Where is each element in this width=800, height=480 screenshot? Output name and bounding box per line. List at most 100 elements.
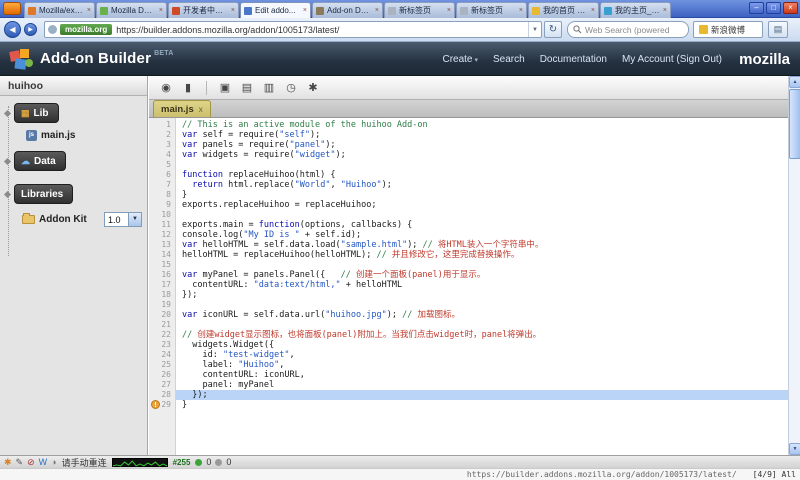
scroll-up-arrow[interactable]: ▲ [789,76,800,88]
code-line[interactable]: 23 widgets.Widget({ [149,340,788,350]
code-line[interactable]: 18}); [149,290,788,300]
browser-tab[interactable]: 我的首页 新...× [528,2,599,18]
settings-gear-icon[interactable]: ✱ [304,79,322,97]
tab-close-icon[interactable]: × [87,7,91,14]
code-line[interactable]: 2var self = require("self"); [149,130,788,140]
header-nav-documentation[interactable]: Documentation [540,54,607,65]
code-line[interactable]: 3var panels = require("panel"); [149,140,788,150]
mozilla-logo[interactable]: mozilla [739,51,790,68]
tab-favicon [172,7,180,15]
tab-close-icon[interactable]: × [591,7,595,14]
code-line[interactable]: 28 }); [149,390,788,400]
tab-close-icon[interactable]: x [199,105,203,114]
code-line[interactable]: 11exports.main = function(options, callb… [149,220,788,230]
reload-button[interactable]: ↻ [544,21,562,38]
code-line[interactable]: 4var widgets = require("widget"); [149,150,788,160]
weibo-search-button[interactable]: 新浪微博 [693,21,763,38]
scroll-down-arrow[interactable]: ▼ [789,443,800,455]
browser-tab[interactable]: 新标签页× [384,2,455,18]
project-name: huihoo [0,76,147,96]
code-line[interactable]: 24 id: "test-widget", [149,350,788,360]
preview-eye-icon[interactable]: ◉ [157,79,175,97]
tab-close-icon[interactable]: × [519,7,523,14]
line-text: id: "test-widget", [182,350,295,360]
tab-close-icon[interactable]: × [375,7,379,14]
browser-tab[interactable]: 新标签页× [456,2,527,18]
code-line[interactable]: 16var myPanel = panels.Panel({ // 创建一个面板… [149,270,788,280]
code-line[interactable]: 14helloHTML = replaceHuihoo(helloHTML); … [149,250,788,260]
minimize-button[interactable]: – [749,2,764,14]
scrollbar-thumb[interactable] [789,89,800,159]
code-line[interactable]: 8} [149,190,788,200]
history-clock-icon[interactable]: ◷ [282,79,300,97]
tab-close-icon[interactable]: × [231,7,235,14]
browser-tab[interactable]: Add-on Devel...× [312,2,383,18]
browser-tab[interactable]: Edit addo...× [240,2,311,18]
addon-kit-version-select[interactable]: 1.0 ▼ [104,212,142,227]
sidebar-item-data[interactable]: ☁ Data [14,151,66,171]
line-text: function replaceHuihoo(html) { [182,170,336,180]
code-line[interactable]: 13var helloHTML = self.data.load("sample… [149,240,788,250]
sidebar-item-libraries[interactable]: Libraries [14,184,73,204]
code-line[interactable]: 21 [149,320,788,330]
code-line[interactable]: 19 [149,300,788,310]
save-icon[interactable]: ▣ [216,79,234,97]
proxy-status-text: 请手动重连 [62,456,107,469]
editor-tab-mainjs[interactable]: main.js x [153,100,211,117]
code-line[interactable]: 6function replaceHuihoo(html) { [149,170,788,180]
addon-star-icon[interactable]: ✱ [4,457,12,468]
tab-close-icon[interactable]: × [159,7,163,14]
code-line[interactable]: 10 [149,210,788,220]
code-line[interactable]: 27 panel: myPanel [149,380,788,390]
url-dropdown-icon[interactable]: ▼ [528,22,541,37]
url-bar[interactable]: mozilla.org https://builder.addons.mozil… [44,21,542,38]
firefox-menu-button[interactable] [3,2,21,15]
vertical-scrollbar[interactable]: ▲ ▼ [788,76,800,455]
code-line[interactable]: 9exports.replaceHuihoo = replaceHuihoo; [149,200,788,210]
code-line[interactable]: 22// 创建widget显示图标，也将面板(panel)附加上。当我们点击wi… [149,330,788,340]
tab-close-icon[interactable]: × [447,7,451,14]
header-nav-search[interactable]: Search [493,54,525,65]
close-button[interactable]: × [783,2,798,14]
code-line[interactable]: 15 [149,260,788,270]
line-number: 26 [149,370,171,380]
addon-block-icon[interactable]: ⊘ [27,457,35,468]
status-bar: ✱✎⊘W◑ 请手动重连 #255 00 [0,455,800,468]
forward-button[interactable]: ▶ [24,23,37,36]
addon-w-icon[interactable]: W [39,457,48,468]
code-line[interactable]: 5 [149,160,788,170]
copy-icon[interactable]: ▤ [238,79,256,97]
code-line[interactable]: 25 label: "Huihoo", [149,360,788,370]
code-editor[interactable]: 1// This is an active module of the huih… [149,118,788,455]
web-search-input[interactable]: Web Search (powered [567,21,689,38]
tab-close-icon[interactable]: × [303,7,307,14]
code-line[interactable]: 29!} [149,400,788,410]
code-line[interactable]: 17 contentURL: "data:text/html," + hello… [149,280,788,290]
tab-close-icon[interactable]: × [663,7,667,14]
code-line[interactable]: 20var iconURL = self.data.url("huihoo.jp… [149,310,788,320]
mobile-test-icon[interactable]: ▮ [179,79,197,97]
chevron-down-icon[interactable]: ▼ [128,213,141,226]
bookmarks-list-button[interactable]: ▤ [768,21,788,38]
sidebar-file-mainjs[interactable]: js main.js [26,130,75,141]
addon-pencil-icon[interactable]: ✎ [16,457,24,468]
code-line[interactable]: 12console.log("My ID is " + self.id); [149,230,788,240]
browser-tab[interactable]: Mozilla Deli...× [96,2,167,18]
code-line[interactable]: 7 return html.replace("World", "Huihoo")… [149,180,788,190]
maximize-button[interactable]: □ [766,2,781,14]
back-button[interactable]: ◀ [4,21,21,38]
code-line[interactable]: 26 contentURL: iconURL, [149,370,788,380]
browser-tab[interactable]: 我的主页_随...× [600,2,671,18]
warning-icon[interactable]: ! [151,400,160,409]
header-nav-create[interactable]: Create▾ [442,54,478,65]
addon-half-icon[interactable]: ◑ [51,457,56,468]
url-text[interactable]: https://builder.addons.mozilla.org/addon… [116,25,528,35]
identity-badge[interactable]: mozilla.org [60,24,112,35]
properties-icon[interactable]: ▥ [260,79,278,97]
browser-tab[interactable]: 开发者中心 ...× [168,2,239,18]
header-nav-my-account-sign-out[interactable]: My Account (Sign Out) [622,54,722,65]
code-line[interactable]: 1// This is an active module of the huih… [149,120,788,130]
browser-tab[interactable]: Mozilla/exte...× [24,2,95,18]
sidebar-item-lib[interactable]: ▦ Lib [14,103,59,123]
weibo-label: 新浪微博 [711,24,745,36]
